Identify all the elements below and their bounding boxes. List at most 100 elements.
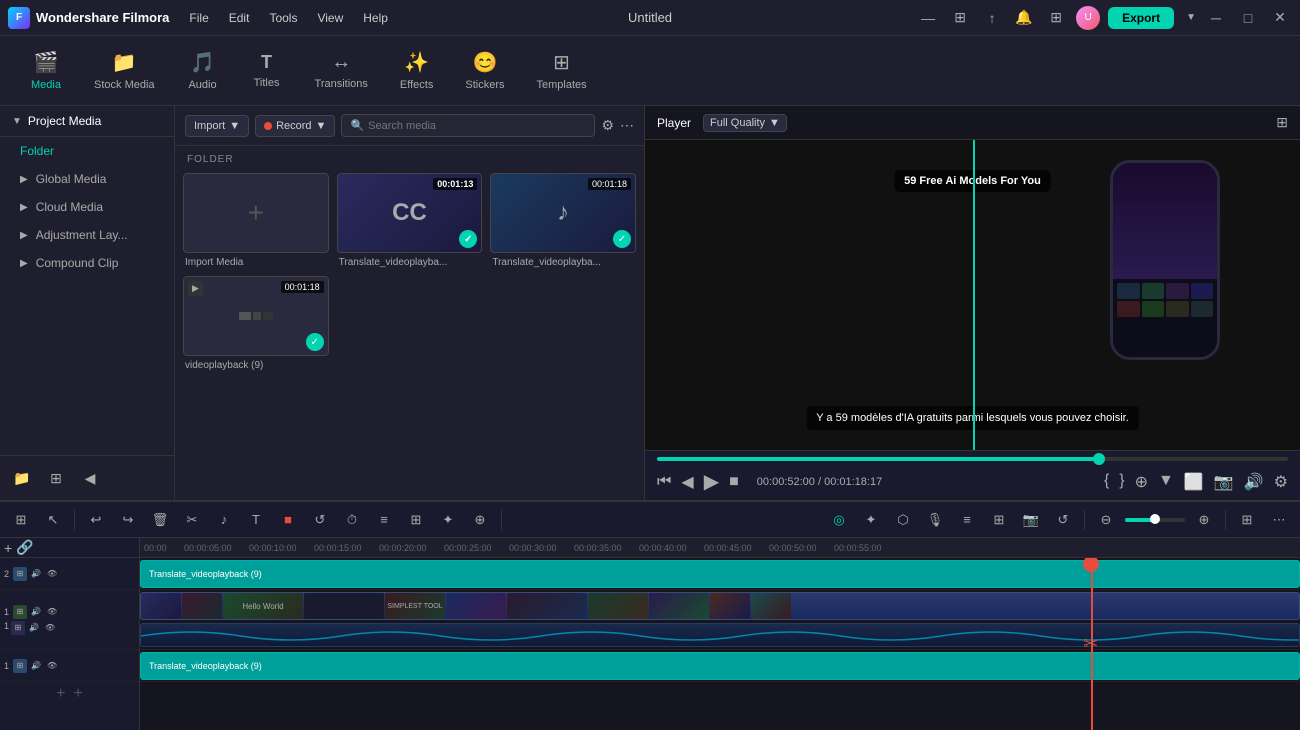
- frame-back-button[interactable]: ◀: [681, 472, 693, 492]
- minimize-icon[interactable]: —: [916, 6, 940, 30]
- export-dropdown[interactable]: ▼: [1186, 12, 1196, 23]
- zoom-slider[interactable]: [1125, 518, 1185, 522]
- track1-icon-btn[interactable]: ⊞: [13, 567, 27, 581]
- user-avatar[interactable]: U: [1076, 6, 1100, 30]
- window-minimize-button[interactable]: ─: [1204, 6, 1228, 30]
- tl-color-btn[interactable]: ✦: [858, 507, 884, 533]
- sidebar-item-global-media[interactable]: ▶ Global Media: [0, 165, 174, 193]
- tl-effect-btn[interactable]: ✦: [435, 507, 461, 533]
- clip-subtitle2[interactable]: Translate_videoplayback (9): [140, 652, 1300, 680]
- fullscreen-icon[interactable]: ⬜: [1184, 472, 1204, 492]
- menu-file[interactable]: File: [185, 9, 212, 27]
- tl-audio-btn[interactable]: ♪: [211, 507, 237, 533]
- link-track-icon[interactable]: 🔗: [16, 539, 33, 556]
- tl-redo-btn[interactable]: ↪: [115, 507, 141, 533]
- sidebar-item-adjustment-layer[interactable]: ▶ Adjustment Lay...: [0, 221, 174, 249]
- search-input[interactable]: [368, 120, 586, 132]
- tl-zoom-out-btn[interactable]: ⊖: [1093, 507, 1119, 533]
- tl-mark-btn[interactable]: ■: [275, 507, 301, 533]
- toolbar-templates[interactable]: ⊞ Templates: [522, 44, 600, 97]
- sidebar-item-folder[interactable]: Folder: [0, 137, 174, 165]
- progress-thumb[interactable]: [1093, 453, 1105, 465]
- tl-cut-btn[interactable]: ✂: [179, 507, 205, 533]
- settings-ctrl-icon[interactable]: ⚙: [1274, 472, 1288, 492]
- tl-more-btn[interactable]: ⋯: [1266, 507, 1292, 533]
- toolbar-audio[interactable]: 🎵 Audio: [173, 44, 233, 97]
- tl-color-wheel-btn[interactable]: ◎: [826, 507, 852, 533]
- clip-audio-wave[interactable]: [140, 623, 1300, 647]
- sidebar-new-folder-btn[interactable]: ⊞: [42, 464, 70, 492]
- track2-mute-btn[interactable]: 🔊: [29, 605, 43, 619]
- sidebar-expand-icon[interactable]: ▼: [12, 116, 22, 127]
- add-track-icon[interactable]: +: [4, 540, 12, 556]
- player-tab[interactable]: Player: [657, 116, 691, 130]
- tl-clock-btn[interactable]: ⏱: [339, 507, 365, 533]
- save-cloud-icon[interactable]: ⊞: [948, 6, 972, 30]
- mark-out-button[interactable]: }: [1119, 472, 1124, 492]
- import-dropdown-icon[interactable]: ▼: [229, 120, 240, 132]
- sidebar-collapse-btn[interactable]: ◀: [76, 464, 104, 492]
- add-track-btn[interactable]: +: [56, 685, 65, 703]
- menu-tools[interactable]: Tools: [265, 9, 301, 27]
- track1-visible-btn[interactable]: 👁: [45, 567, 59, 581]
- skip-back-button[interactable]: ⏮: [657, 473, 671, 491]
- media-item-vid3[interactable]: ▶ 00:01:18 ✓ videoplayback (9): [183, 276, 329, 371]
- tl-undo-btn[interactable]: ↩: [83, 507, 109, 533]
- menu-edit[interactable]: Edit: [225, 9, 254, 27]
- sidebar-item-cloud-media[interactable]: ▶ Cloud Media: [0, 193, 174, 221]
- tl-rotate-btn[interactable]: ↺: [307, 507, 333, 533]
- media-item-import[interactable]: + Import Media: [183, 173, 329, 268]
- track2sub-visible-btn[interactable]: 👁: [43, 621, 57, 635]
- progress-bar[interactable]: [657, 457, 1288, 461]
- clip-to-timeline-icon[interactable]: ⊕: [1135, 472, 1148, 492]
- record-button[interactable]: Record ▼: [255, 115, 335, 137]
- tl-audio-mix-btn[interactable]: ≡: [371, 507, 397, 533]
- mark-in-button[interactable]: {: [1104, 472, 1109, 492]
- tl-split-btn[interactable]: ⊞: [403, 507, 429, 533]
- share-icon[interactable]: ↑: [980, 6, 1004, 30]
- sidebar-item-compound-clip[interactable]: ▶ Compound Clip: [0, 249, 174, 277]
- media-item-vid1[interactable]: CC 00:01:13 ✓ Translate_videoplayba...: [337, 173, 483, 268]
- track3-visible-btn[interactable]: 👁: [45, 659, 59, 673]
- track2sub-icon-btn[interactable]: ⊞: [11, 621, 25, 635]
- tl-copy-btn[interactable]: ⊕: [467, 507, 493, 533]
- tl-multi-select-btn[interactable]: ⊞: [8, 507, 34, 533]
- menu-help[interactable]: Help: [359, 9, 392, 27]
- export-button[interactable]: Export: [1108, 7, 1174, 29]
- toolbar-stickers[interactable]: 😊 Stickers: [451, 44, 518, 97]
- toolbar-stock-media[interactable]: 📁 Stock Media: [80, 44, 169, 97]
- track3-mute-btn[interactable]: 🔊: [29, 659, 43, 673]
- toolbar-transitions[interactable]: ↔ Transitions: [301, 45, 382, 96]
- window-close-button[interactable]: ✕: [1268, 6, 1292, 30]
- tl-mic-btn[interactable]: 🎙: [922, 507, 948, 533]
- stop-button[interactable]: ■: [729, 473, 739, 491]
- tl-pointer-btn[interactable]: ↖: [40, 507, 66, 533]
- sidebar-add-folder-btn[interactable]: 📁: [8, 464, 36, 492]
- more-options-icon[interactable]: ⋯: [620, 117, 634, 134]
- track2-icon-btn[interactable]: ⊞: [13, 605, 27, 619]
- track1-mute-btn[interactable]: 🔊: [29, 567, 43, 581]
- tl-caption-btn[interactable]: ≡: [954, 507, 980, 533]
- tl-layout-btn[interactable]: ⊞: [1234, 507, 1260, 533]
- quality-select[interactable]: Full Quality ▼: [703, 114, 787, 132]
- track2sub-mute-btn[interactable]: 🔊: [27, 621, 41, 635]
- clip-subtitle[interactable]: Translate_videoplayback (9): [140, 560, 1300, 588]
- snapshot-icon[interactable]: 📷: [1214, 472, 1234, 492]
- clip-main-video[interactable]: Hello World SIMPLEST TOOL: [140, 592, 1300, 620]
- play-button[interactable]: ▶: [704, 469, 719, 494]
- tl-loop-btn[interactable]: ↺: [1050, 507, 1076, 533]
- tl-shield-btn[interactable]: ⬡: [890, 507, 916, 533]
- track3-icon-btn[interactable]: ⊞: [13, 659, 27, 673]
- filter-icon[interactable]: ⚙: [601, 117, 614, 134]
- toolbar-effects[interactable]: ✨ Effects: [386, 44, 447, 97]
- tl-snapshot-tl-btn[interactable]: 📷: [1018, 507, 1044, 533]
- dropdown-ctrl-icon[interactable]: ▼: [1158, 472, 1174, 492]
- menu-view[interactable]: View: [313, 9, 347, 27]
- tl-text-btn[interactable]: T: [243, 507, 269, 533]
- notification-icon[interactable]: 🔔: [1012, 6, 1036, 30]
- window-maximize-button[interactable]: □: [1236, 6, 1260, 30]
- toolbar-media[interactable]: 🎬 Media: [16, 44, 76, 97]
- player-settings-icon[interactable]: ⊞: [1276, 114, 1288, 131]
- add-track-btn2[interactable]: +: [74, 685, 83, 703]
- grid-icon[interactable]: ⊞: [1044, 6, 1068, 30]
